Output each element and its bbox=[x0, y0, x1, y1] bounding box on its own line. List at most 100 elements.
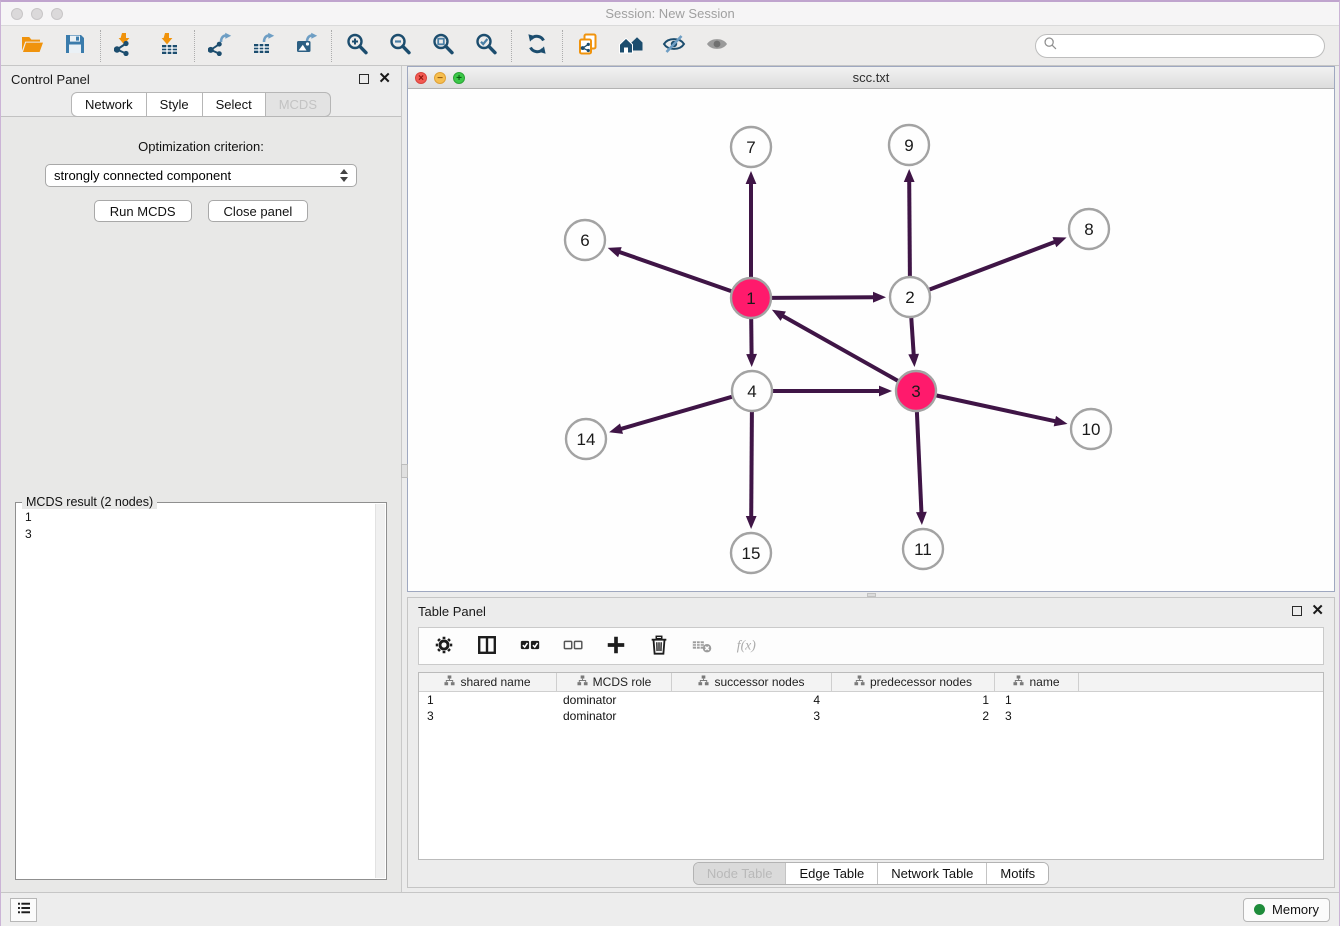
table-row[interactable]: 1dominator411 bbox=[419, 692, 1323, 708]
zoom-fit-icon bbox=[431, 32, 455, 59]
column-type-icon bbox=[698, 675, 709, 689]
graph-edge-2-8[interactable] bbox=[930, 237, 1067, 289]
close-panel-button[interactable]: Close panel bbox=[208, 200, 309, 222]
graph-node-3[interactable]: 3 bbox=[896, 371, 936, 411]
add-column-button[interactable] bbox=[604, 634, 628, 658]
result-scrollbar[interactable] bbox=[375, 504, 385, 878]
table-row[interactable]: 3dominator323 bbox=[419, 708, 1323, 724]
network-close-button[interactable]: × bbox=[415, 72, 427, 84]
main-toolbar bbox=[1, 26, 1339, 66]
graph-node-2[interactable]: 2 bbox=[890, 277, 930, 317]
column-header-MCDS-role[interactable]: MCDS role bbox=[557, 673, 672, 691]
svg-text:15: 15 bbox=[742, 544, 761, 563]
tab-select[interactable]: Select bbox=[203, 92, 266, 117]
unselect-all-columns-button[interactable] bbox=[561, 634, 585, 658]
graph-edge-3-10[interactable] bbox=[937, 396, 1068, 427]
export-image-button[interactable] bbox=[293, 33, 319, 59]
window-title: Session: New Session bbox=[1, 6, 1339, 21]
mcds-result-text[interactable]: 1 3 bbox=[16, 503, 386, 549]
graph-edge-1-2[interactable] bbox=[772, 292, 886, 303]
zoom-selected-button[interactable] bbox=[473, 33, 499, 59]
graph-node-7[interactable]: 7 bbox=[731, 127, 771, 167]
save-session-button[interactable] bbox=[62, 33, 88, 59]
column-header-name[interactable]: name bbox=[995, 673, 1079, 691]
column-type-icon bbox=[854, 675, 865, 689]
search-input[interactable] bbox=[1063, 37, 1317, 54]
zoom-selected-icon bbox=[474, 32, 498, 59]
network-minimize-button[interactable]: − bbox=[434, 72, 446, 84]
graph-edge-4-14[interactable] bbox=[609, 397, 732, 434]
graph-edge-2-9[interactable] bbox=[904, 169, 915, 276]
vertical-splitter[interactable] bbox=[401, 66, 407, 892]
zoom-out-button[interactable] bbox=[387, 33, 413, 59]
close-table-panel-icon[interactable]: ✕ bbox=[1311, 606, 1324, 616]
import-network-button[interactable] bbox=[113, 33, 139, 59]
show-panels-list-button[interactable] bbox=[10, 898, 37, 922]
column-header-successor-nodes[interactable]: successor nodes bbox=[672, 673, 832, 691]
graph-node-1[interactable]: 1 bbox=[731, 278, 771, 318]
network-maximize-button[interactable]: + bbox=[453, 72, 465, 84]
gear-button[interactable] bbox=[432, 634, 456, 658]
tab-network[interactable]: Network bbox=[71, 92, 147, 117]
function-builder-button: f(x) bbox=[733, 634, 757, 658]
network-view-canvas[interactable]: 7 9 6 8 1 2 4 3 14 10 15 11 bbox=[408, 89, 1334, 591]
show-eye-button[interactable] bbox=[704, 33, 730, 59]
import-table-button[interactable] bbox=[156, 33, 182, 59]
close-window-button[interactable] bbox=[11, 8, 23, 20]
tab-network-table[interactable]: Network Table bbox=[877, 863, 986, 884]
graph-edge-1-6[interactable] bbox=[608, 247, 732, 291]
tab-mcds[interactable]: MCDS bbox=[266, 92, 331, 117]
graph-node-8[interactable]: 8 bbox=[1069, 209, 1109, 249]
export-table-button[interactable] bbox=[250, 33, 276, 59]
graph-node-10[interactable]: 10 bbox=[1071, 409, 1111, 449]
delete-column-icon bbox=[648, 634, 670, 659]
open-file-button[interactable] bbox=[19, 33, 45, 59]
graph-edge-4-15[interactable] bbox=[746, 412, 757, 529]
memory-button[interactable]: Memory bbox=[1243, 898, 1330, 922]
float-table-panel-icon[interactable] bbox=[1292, 606, 1302, 616]
graph-node-4[interactable]: 4 bbox=[732, 371, 772, 411]
zoom-in-button[interactable] bbox=[344, 33, 370, 59]
float-panel-icon[interactable] bbox=[359, 74, 369, 84]
copy-network-button[interactable] bbox=[575, 33, 601, 59]
column-header-predecessor-nodes[interactable]: predecessor nodes bbox=[832, 673, 995, 691]
svg-text:9: 9 bbox=[904, 136, 913, 155]
split-columns-button[interactable] bbox=[475, 634, 499, 658]
tab-edge-table[interactable]: Edge Table bbox=[785, 863, 877, 884]
graph-edge-3-11[interactable] bbox=[916, 412, 927, 525]
close-panel-icon[interactable]: ✕ bbox=[378, 74, 391, 84]
vertical-splitter-handle[interactable] bbox=[401, 464, 408, 478]
graph-edge-1-7[interactable] bbox=[746, 171, 757, 277]
graph-edge-3-1[interactable] bbox=[772, 310, 898, 381]
graph-node-14[interactable]: 14 bbox=[566, 419, 606, 459]
svg-text:8: 8 bbox=[1084, 220, 1093, 239]
optimization-criterion-select[interactable]: strongly connected component bbox=[45, 164, 357, 187]
minimize-window-button[interactable] bbox=[31, 8, 43, 20]
svg-text:10: 10 bbox=[1082, 420, 1101, 439]
table-panel: Table Panel ✕ f(x) bbox=[407, 597, 1335, 888]
horizontal-splitter-handle[interactable] bbox=[867, 593, 876, 597]
column-header-label: MCDS role bbox=[593, 675, 652, 689]
graph-node-6[interactable]: 6 bbox=[565, 220, 605, 260]
select-all-columns-button[interactable] bbox=[518, 634, 542, 658]
graph-edge-1-4[interactable] bbox=[746, 319, 757, 367]
zoom-fit-button[interactable] bbox=[430, 33, 456, 59]
graph-edge-2-3[interactable] bbox=[908, 318, 919, 367]
graph-node-11[interactable]: 11 bbox=[903, 529, 943, 569]
tab-motifs[interactable]: Motifs bbox=[986, 863, 1048, 884]
tab-node-table[interactable]: Node Table bbox=[694, 863, 786, 884]
export-network-button[interactable] bbox=[207, 33, 233, 59]
hide-eye-button[interactable] bbox=[661, 33, 687, 59]
graph-node-15[interactable]: 15 bbox=[731, 533, 771, 573]
home-button[interactable] bbox=[618, 33, 644, 59]
delete-column-button[interactable] bbox=[647, 634, 671, 658]
maximize-window-button[interactable] bbox=[51, 8, 63, 20]
memory-status-dot bbox=[1254, 904, 1265, 915]
column-header-shared-name[interactable]: shared name bbox=[419, 673, 557, 691]
run-mcds-button[interactable]: Run MCDS bbox=[94, 200, 192, 222]
graph-edge-4-3[interactable] bbox=[773, 386, 892, 397]
search-field[interactable] bbox=[1035, 34, 1325, 58]
refresh-button[interactable] bbox=[524, 33, 550, 59]
tab-style[interactable]: Style bbox=[147, 92, 203, 117]
graph-node-9[interactable]: 9 bbox=[889, 125, 929, 165]
